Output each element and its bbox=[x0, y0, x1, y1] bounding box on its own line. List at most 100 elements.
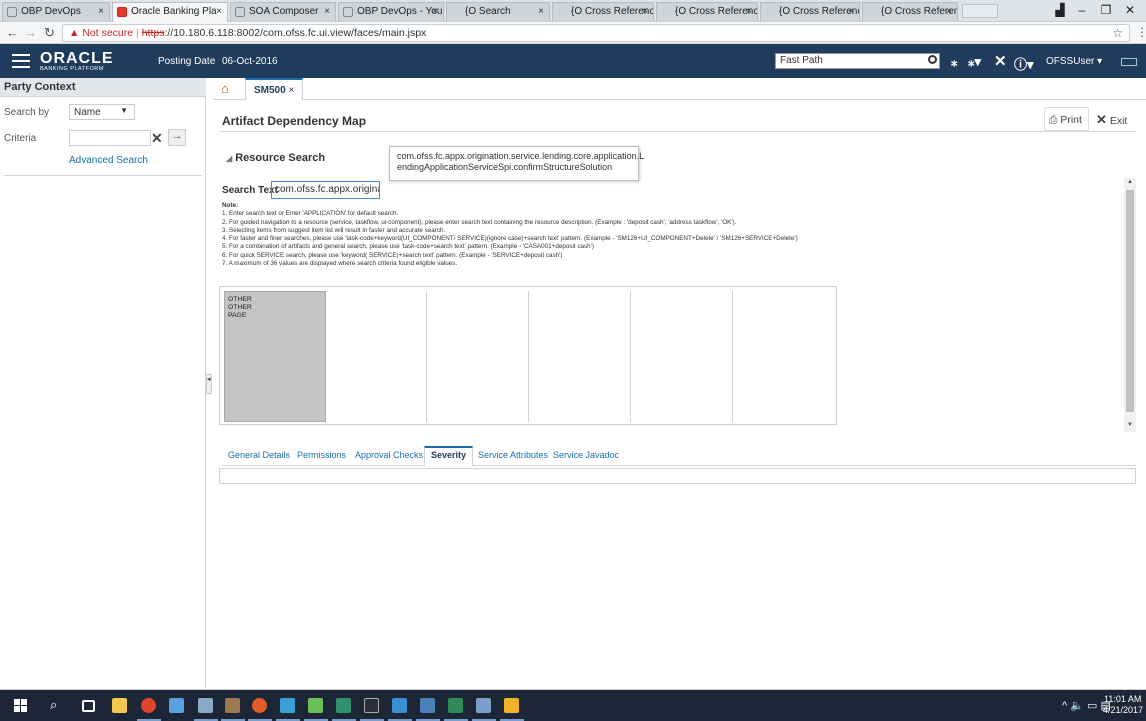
search-by-select[interactable]: Name ▼ bbox=[69, 104, 135, 120]
info-icon[interactable]: ⓘ▾ bbox=[1014, 54, 1034, 73]
new-tab-button[interactable] bbox=[962, 4, 998, 18]
scrollbar-thumb[interactable] bbox=[1126, 190, 1134, 412]
scroll-up-icon[interactable]: ▲ bbox=[1127, 179, 1133, 185]
tab-service-attributes[interactable]: Service Attributes bbox=[478, 450, 548, 460]
grid-column bbox=[427, 291, 529, 422]
app-icon[interactable] bbox=[504, 698, 519, 713]
security-warning[interactable]: Not secure bbox=[82, 27, 133, 39]
advanced-search-link[interactable]: Advanced Search bbox=[69, 155, 148, 166]
tab-approval-checks[interactable]: Approval Checks bbox=[355, 450, 423, 460]
go-arrow-button[interactable]: → bbox=[168, 129, 186, 146]
app-icon[interactable] bbox=[308, 698, 323, 713]
panel-title: Party Context bbox=[0, 78, 206, 97]
document-favicon-icon bbox=[235, 7, 245, 17]
clock-time[interactable]: 11:01 AM bbox=[1104, 694, 1141, 704]
resource-search-section[interactable]: ◢ Resource Search bbox=[226, 152, 325, 164]
app-icon[interactable] bbox=[448, 698, 463, 713]
user-menu[interactable]: OFSSUser ▾ bbox=[1046, 56, 1102, 67]
content-tab-bar: ⌂ SM500 × bbox=[213, 78, 1146, 100]
grid-item[interactable]: PAGE bbox=[228, 312, 246, 319]
app-icon[interactable] bbox=[198, 698, 213, 713]
browser-tab[interactable]: SOA Composer × bbox=[230, 2, 336, 22]
suggestion-tooltip[interactable]: com.ofss.fc.appx.origination.service.len… bbox=[389, 146, 644, 181]
volume-icon[interactable]: 🔈 bbox=[1070, 700, 1084, 712]
browser-tab[interactable]: {O Cross Reference: / × bbox=[656, 2, 758, 22]
exit-button[interactable]: ✕ Exit bbox=[1096, 112, 1127, 128]
tab-label: SM500 bbox=[254, 85, 286, 96]
browser-tab[interactable]: OBP DevOps × bbox=[2, 2, 110, 22]
close-tab-icon[interactable]: × bbox=[848, 6, 854, 17]
browser-tab-label: OBP DevOps - You bbox=[357, 6, 443, 17]
favorites-icon[interactable]: ⁎ bbox=[951, 54, 958, 70]
task-view-icon[interactable] bbox=[82, 700, 95, 712]
back-arrow-icon[interactable]: ← bbox=[6, 25, 19, 40]
grid-item[interactable]: OTHER bbox=[228, 296, 252, 303]
app-icon[interactable] bbox=[392, 698, 407, 713]
close-icon[interactable]: ✕ bbox=[994, 52, 1007, 70]
note-line: 6. For quick SERVICE search, please use … bbox=[222, 251, 563, 259]
reload-icon[interactable]: ↻ bbox=[44, 25, 55, 41]
tab-severity[interactable]: Severity bbox=[424, 446, 474, 466]
browser-tab[interactable]: {O Cross Reference: / × bbox=[552, 2, 654, 22]
close-tab-icon[interactable]: × bbox=[98, 6, 104, 17]
close-tab-icon[interactable]: × bbox=[324, 6, 330, 17]
criteria-input[interactable] bbox=[69, 130, 151, 146]
close-tab-icon[interactable]: × bbox=[746, 6, 752, 17]
document-favicon-icon bbox=[343, 7, 353, 17]
search-text-input[interactable]: com.ofss.fc.appx.originatior bbox=[271, 181, 380, 199]
divider bbox=[4, 175, 202, 176]
print-button[interactable]: ⎙ Print bbox=[1044, 107, 1089, 131]
scroll-down-icon[interactable]: ▼ bbox=[1127, 422, 1133, 428]
url-field[interactable]: ▲ Not secure | https://10.180.6.118:8002… bbox=[62, 24, 1130, 42]
detail-panel bbox=[219, 468, 1136, 484]
bookmark-star-icon[interactable]: ☆ bbox=[1112, 26, 1123, 40]
home-icon[interactable]: ⌂ bbox=[221, 82, 235, 95]
close-tab-icon[interactable]: × bbox=[288, 85, 294, 96]
close-tab-icon[interactable]: × bbox=[642, 6, 648, 17]
note-line: 5. For a combination of artifacts and ge… bbox=[222, 243, 594, 251]
grid-column bbox=[529, 291, 631, 422]
app-icon[interactable] bbox=[280, 698, 295, 713]
clock-date[interactable]: 4/21/2017 bbox=[1103, 705, 1143, 715]
vertical-scrollbar[interactable]: ▲ ▼ bbox=[1124, 178, 1136, 432]
app-icon[interactable] bbox=[336, 698, 351, 713]
grid-column-selected[interactable]: OTHER OTHER PAGE bbox=[224, 291, 326, 422]
browser-tab-active[interactable]: Oracle Banking Pla × bbox=[112, 2, 228, 22]
tab-sm500[interactable]: SM500 × bbox=[245, 78, 304, 100]
close-tab-icon[interactable]: × bbox=[216, 6, 222, 17]
search-icon[interactable]: ⌕ bbox=[50, 697, 65, 712]
browser-tab[interactable]: OBP DevOps - You × bbox=[338, 2, 444, 22]
note-line: 4. For faster and finer searches, please… bbox=[222, 235, 798, 243]
grid-item[interactable]: OTHER bbox=[228, 304, 252, 311]
app-icon[interactable] bbox=[225, 698, 240, 713]
windows-start-icon[interactable] bbox=[14, 699, 27, 712]
app-icon[interactable] bbox=[169, 698, 184, 713]
search-icon[interactable] bbox=[928, 55, 937, 64]
close-window-icon[interactable]: ✕ bbox=[1114, 0, 1146, 20]
browser-tab[interactable]: {O Search × bbox=[446, 2, 550, 22]
clear-icon[interactable]: ✕ bbox=[151, 130, 163, 147]
network-icon[interactable]: ▭ bbox=[1087, 700, 1097, 712]
close-tab-icon[interactable]: × bbox=[432, 6, 438, 17]
app-icon[interactable] bbox=[252, 698, 267, 713]
close-tab-icon[interactable]: × bbox=[538, 6, 544, 17]
app-icon[interactable] bbox=[476, 698, 491, 713]
chrome-icon[interactable] bbox=[141, 698, 156, 713]
file-explorer-icon[interactable] bbox=[112, 698, 127, 713]
forward-arrow-icon[interactable]: → bbox=[24, 25, 37, 40]
tab-permissions[interactable]: Permissions bbox=[297, 450, 346, 460]
collapse-panel-handle[interactable]: ◂ bbox=[206, 374, 212, 394]
chevron-up-icon[interactable]: ^ bbox=[1062, 700, 1067, 712]
browser-tab[interactable]: {O Cross Reference: / × bbox=[862, 2, 958, 22]
app-icon[interactable] bbox=[420, 698, 435, 713]
tab-service-javadoc[interactable]: Service Javadoc bbox=[553, 450, 619, 460]
terminal-icon[interactable] bbox=[364, 698, 379, 713]
tab-general-details[interactable]: General Details bbox=[228, 450, 290, 460]
keyboard-icon[interactable] bbox=[1121, 58, 1137, 66]
browser-menu-icon[interactable]: ⋮ bbox=[1136, 25, 1146, 39]
fast-path-input[interactable]: Fast Path bbox=[775, 53, 940, 69]
close-tab-icon[interactable]: × bbox=[946, 6, 952, 17]
hamburger-menu-icon[interactable] bbox=[12, 54, 30, 68]
recent-icon[interactable]: ⁎▾ bbox=[968, 54, 981, 70]
browser-tab[interactable]: {O Cross Reference: / × bbox=[760, 2, 860, 22]
